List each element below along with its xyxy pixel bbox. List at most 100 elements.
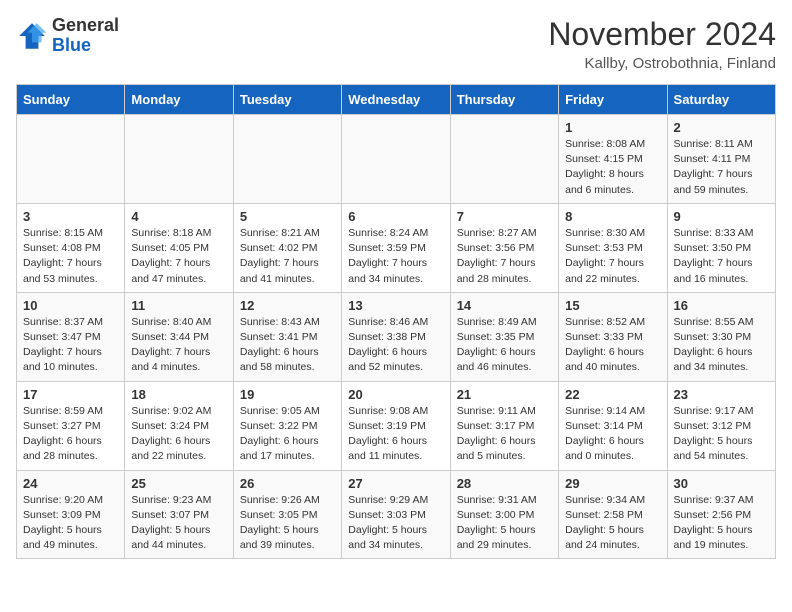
day-number: 14 — [457, 298, 552, 313]
day-cell — [125, 115, 233, 204]
day-cell: 20 Sunrise: 9:08 AM Sunset: 3:19 PM Dayli… — [342, 381, 450, 470]
day-info: Sunrise: 9:31 AM Sunset: 3:00 PM Dayligh… — [457, 493, 552, 554]
day-cell: 18 Sunrise: 9:02 AM Sunset: 3:24 PM Dayli… — [125, 381, 233, 470]
day-info: Sunrise: 8:08 AM Sunset: 4:15 PM Dayligh… — [565, 137, 660, 198]
day-info: Sunrise: 8:40 AM Sunset: 3:44 PM Dayligh… — [131, 315, 226, 376]
day-cell: 13 Sunrise: 8:46 AM Sunset: 3:38 PM Dayli… — [342, 292, 450, 381]
day-number: 16 — [674, 298, 769, 313]
day-info: Sunrise: 8:24 AM Sunset: 3:59 PM Dayligh… — [348, 226, 443, 287]
day-cell: 6 Sunrise: 8:24 AM Sunset: 3:59 PM Daylig… — [342, 203, 450, 292]
day-info: Sunrise: 8:18 AM Sunset: 4:05 PM Dayligh… — [131, 226, 226, 287]
day-cell: 2Sunrise: 8:11 AM Sunset: 4:11 PM Daylig… — [667, 115, 775, 204]
day-cell — [17, 115, 125, 204]
day-number: 23 — [674, 387, 769, 402]
day-number: 19 — [240, 387, 335, 402]
day-cell: 12 Sunrise: 8:43 AM Sunset: 3:41 PM Dayli… — [233, 292, 341, 381]
day-info: Sunrise: 8:59 AM Sunset: 3:27 PM Dayligh… — [23, 404, 118, 465]
day-number: 9 — [674, 209, 769, 224]
day-number: 3 — [23, 209, 118, 224]
day-info: Sunrise: 9:14 AM Sunset: 3:14 PM Dayligh… — [565, 404, 660, 465]
day-number: 30 — [674, 476, 769, 491]
day-info: Sunrise: 9:34 AM Sunset: 2:58 PM Dayligh… — [565, 493, 660, 554]
day-cell: 15Sunrise: 8:52 AM Sunset: 3:33 PM Dayli… — [559, 292, 667, 381]
location: Kallby, Ostrobothnia, Finland — [548, 55, 776, 72]
day-cell: 24 Sunrise: 9:20 AM Sunset: 3:09 PM Dayli… — [17, 470, 125, 559]
day-cell: 26 Sunrise: 9:26 AM Sunset: 3:05 PM Dayli… — [233, 470, 341, 559]
day-info: Sunrise: 8:46 AM Sunset: 3:38 PM Dayligh… — [348, 315, 443, 376]
day-cell: 10Sunrise: 8:37 AM Sunset: 3:47 PM Dayli… — [17, 292, 125, 381]
day-info: Sunrise: 9:02 AM Sunset: 3:24 PM Dayligh… — [131, 404, 226, 465]
day-info: Sunrise: 8:15 AM Sunset: 4:08 PM Dayligh… — [23, 226, 118, 287]
day-cell: 23 Sunrise: 9:17 AM Sunset: 3:12 PM Dayli… — [667, 381, 775, 470]
day-info: Sunrise: 8:21 AM Sunset: 4:02 PM Dayligh… — [240, 226, 335, 287]
day-cell: 7Sunrise: 8:27 AM Sunset: 3:56 PM Daylig… — [450, 203, 558, 292]
day-cell: 14 Sunrise: 8:49 AM Sunset: 3:35 PM Dayli… — [450, 292, 558, 381]
day-info: Sunrise: 9:08 AM Sunset: 3:19 PM Dayligh… — [348, 404, 443, 465]
day-info: Sunrise: 9:20 AM Sunset: 3:09 PM Dayligh… — [23, 493, 118, 554]
day-cell: 21Sunrise: 9:11 AM Sunset: 3:17 PM Dayli… — [450, 381, 558, 470]
day-number: 29 — [565, 476, 660, 491]
day-number: 27 — [348, 476, 443, 491]
day-info: Sunrise: 9:26 AM Sunset: 3:05 PM Dayligh… — [240, 493, 335, 554]
day-info: Sunrise: 8:11 AM Sunset: 4:11 PM Dayligh… — [674, 137, 769, 198]
day-cell: 25Sunrise: 9:23 AM Sunset: 3:07 PM Dayli… — [125, 470, 233, 559]
day-number: 6 — [348, 209, 443, 224]
day-info: Sunrise: 8:52 AM Sunset: 3:33 PM Dayligh… — [565, 315, 660, 376]
week-row-5: 24 Sunrise: 9:20 AM Sunset: 3:09 PM Dayli… — [17, 470, 776, 559]
day-number: 26 — [240, 476, 335, 491]
logo-text: General Blue — [52, 16, 119, 56]
header-cell-wednesday: Wednesday — [342, 85, 450, 115]
month-title: November 2024 — [548, 16, 776, 53]
day-cell: 22 Sunrise: 9:14 AM Sunset: 3:14 PM Dayli… — [559, 381, 667, 470]
day-info: Sunrise: 9:17 AM Sunset: 3:12 PM Dayligh… — [674, 404, 769, 465]
day-info: Sunrise: 8:30 AM Sunset: 3:53 PM Dayligh… — [565, 226, 660, 287]
header-cell-thursday: Thursday — [450, 85, 558, 115]
header-row: SundayMondayTuesdayWednesdayThursdayFrid… — [17, 85, 776, 115]
day-number: 11 — [131, 298, 226, 313]
day-number: 12 — [240, 298, 335, 313]
day-number: 8 — [565, 209, 660, 224]
week-row-2: 3 Sunrise: 8:15 AM Sunset: 4:08 PM Daylig… — [17, 203, 776, 292]
header-cell-monday: Monday — [125, 85, 233, 115]
day-number: 25 — [131, 476, 226, 491]
day-number: 5 — [240, 209, 335, 224]
day-number: 17 — [23, 387, 118, 402]
logo-general: General — [52, 16, 119, 36]
day-cell: 1 Sunrise: 8:08 AM Sunset: 4:15 PM Daylig… — [559, 115, 667, 204]
day-cell: 8 Sunrise: 8:30 AM Sunset: 3:53 PM Daylig… — [559, 203, 667, 292]
day-number: 1 — [565, 120, 660, 135]
day-number: 24 — [23, 476, 118, 491]
day-info: Sunrise: 9:29 AM Sunset: 3:03 PM Dayligh… — [348, 493, 443, 554]
week-row-3: 10Sunrise: 8:37 AM Sunset: 3:47 PM Dayli… — [17, 292, 776, 381]
day-cell: 16Sunrise: 8:55 AM Sunset: 3:30 PM Dayli… — [667, 292, 775, 381]
day-cell: 4Sunrise: 8:18 AM Sunset: 4:05 PM Daylig… — [125, 203, 233, 292]
day-number: 13 — [348, 298, 443, 313]
logo: General Blue — [16, 16, 119, 56]
header-cell-tuesday: Tuesday — [233, 85, 341, 115]
day-number: 21 — [457, 387, 552, 402]
title-area: November 2024 Kallby, Ostrobothnia, Finl… — [548, 16, 776, 72]
day-number: 18 — [131, 387, 226, 402]
day-info: Sunrise: 8:49 AM Sunset: 3:35 PM Dayligh… — [457, 315, 552, 376]
day-cell — [342, 115, 450, 204]
day-cell: 19Sunrise: 9:05 AM Sunset: 3:22 PM Dayli… — [233, 381, 341, 470]
day-info: Sunrise: 9:37 AM Sunset: 2:56 PM Dayligh… — [674, 493, 769, 554]
day-cell — [233, 115, 341, 204]
day-number: 22 — [565, 387, 660, 402]
day-cell: 28Sunrise: 9:31 AM Sunset: 3:00 PM Dayli… — [450, 470, 558, 559]
day-info: Sunrise: 8:43 AM Sunset: 3:41 PM Dayligh… — [240, 315, 335, 376]
day-cell: 5 Sunrise: 8:21 AM Sunset: 4:02 PM Daylig… — [233, 203, 341, 292]
day-cell: 17 Sunrise: 8:59 AM Sunset: 3:27 PM Dayli… — [17, 381, 125, 470]
logo-icon — [16, 20, 48, 52]
week-row-4: 17 Sunrise: 8:59 AM Sunset: 3:27 PM Dayli… — [17, 381, 776, 470]
header-cell-sunday: Sunday — [17, 85, 125, 115]
day-number: 20 — [348, 387, 443, 402]
day-info: Sunrise: 8:37 AM Sunset: 3:47 PM Dayligh… — [23, 315, 118, 376]
day-cell: 11 Sunrise: 8:40 AM Sunset: 3:44 PM Dayli… — [125, 292, 233, 381]
day-info: Sunrise: 8:27 AM Sunset: 3:56 PM Dayligh… — [457, 226, 552, 287]
header-cell-friday: Friday — [559, 85, 667, 115]
header-cell-saturday: Saturday — [667, 85, 775, 115]
day-cell: 9Sunrise: 8:33 AM Sunset: 3:50 PM Daylig… — [667, 203, 775, 292]
header: General Blue November 2024 Kallby, Ostro… — [16, 16, 776, 72]
day-cell — [450, 115, 558, 204]
